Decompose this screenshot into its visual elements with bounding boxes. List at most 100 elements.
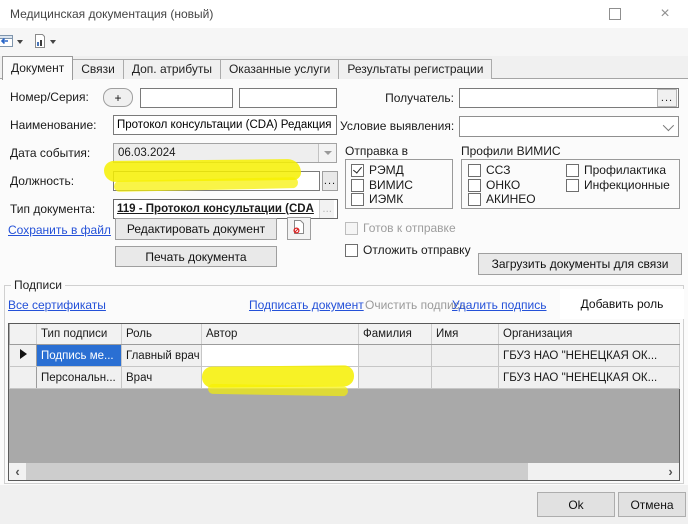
name-label: Наименование: <box>10 118 97 132</box>
table-row[interactable]: Подпись ме... Главный врач ГБУЗ НАО "НЕН… <box>10 345 680 367</box>
report-icon <box>32 33 48 52</box>
row-selector-header <box>10 324 37 345</box>
checkbox-icon <box>351 193 364 206</box>
checkbox-akineo[interactable]: АКИНЕО <box>468 192 536 206</box>
tab-strip: Документ Связи Доп. атрибуты Оказанные у… <box>2 56 491 79</box>
report-dropdown-button[interactable] <box>32 32 56 52</box>
signatures-table: Тип подписи Роль Автор Фамилия Имя Орган… <box>8 323 680 481</box>
series-input[interactable] <box>239 88 337 108</box>
checkbox-ssz[interactable]: ССЗ <box>468 163 510 177</box>
col-header-organization[interactable]: Организация <box>499 324 680 345</box>
cell-surname[interactable] <box>359 345 432 367</box>
date-label: Дата события: <box>10 146 90 160</box>
cell-name[interactable] <box>432 345 499 367</box>
position-browse-button[interactable]: ... <box>322 171 338 191</box>
condition-label: Условие выявления: <box>340 119 454 133</box>
recipient-field[interactable]: ... <box>459 88 679 108</box>
scroll-right-icon[interactable]: › <box>662 463 679 480</box>
window-title: Медицинская документация (новый) <box>10 7 213 21</box>
cell-organization[interactable]: ГБУЗ НАО "НЕНЕЦКАЯ ОК... <box>499 367 680 389</box>
checkbox-label: ОНКО <box>486 178 520 192</box>
checkbox-icon <box>566 179 579 192</box>
export-dropdown-button[interactable] <box>0 32 23 52</box>
cell-author[interactable] <box>202 367 359 389</box>
doc-type-field[interactable]: 119 - Протокол консультации (CDA ... <box>113 199 338 219</box>
col-header-signature-type[interactable]: Тип подписи <box>37 324 122 345</box>
cell-signature-type[interactable]: Персональн... <box>37 367 122 389</box>
checkbox-icon <box>468 193 481 206</box>
export-window-icon <box>0 33 15 52</box>
ok-button[interactable]: Ok <box>537 492 615 517</box>
title-bar: Медицинская документация (новый) × <box>0 0 688 28</box>
table-row[interactable]: Персональн... Врач ГБУЗ НАО "НЕНЕЦКАЯ ОК… <box>10 367 680 389</box>
cell-signature-type[interactable]: Подпись ме... <box>37 345 122 367</box>
date-combo[interactable]: 06.03.2024 <box>113 143 337 163</box>
checkbox-icon <box>345 222 358 235</box>
current-row-marker-icon <box>20 349 27 359</box>
print-document-button[interactable]: Печать документа <box>115 246 277 267</box>
checkbox-label: ИЭМК <box>369 192 403 206</box>
tab-dokument[interactable]: Документ <box>2 56 73 80</box>
load-linked-documents-button[interactable]: Загрузить документы для связи <box>478 253 682 275</box>
document-status-button[interactable] <box>287 217 311 240</box>
add-role-button[interactable]: Добавить роль <box>560 289 684 319</box>
cell-name[interactable] <box>432 367 499 389</box>
signatures-table-inner: Тип подписи Роль Автор Фамилия Имя Орган… <box>9 324 680 389</box>
checkbox-label: Готов к отправке <box>363 221 456 235</box>
sign-document-link[interactable]: Подписать документ <box>249 298 364 312</box>
cell-role[interactable]: Врач <box>122 367 202 389</box>
document-red-mark-icon <box>292 219 306 238</box>
horizontal-scrollbar[interactable]: ‹ › <box>9 463 679 480</box>
checkbox-onko[interactable]: ОНКО <box>468 178 520 192</box>
tab-svyazi[interactable]: Связи <box>72 59 124 79</box>
row-selector-cell[interactable] <box>10 367 37 389</box>
checkbox-label: Профилактика <box>584 163 666 177</box>
position-input[interactable] <box>113 171 320 191</box>
col-header-surname[interactable]: Фамилия <box>359 324 432 345</box>
remove-signature-link[interactable]: Удалить подпись <box>452 298 547 312</box>
number-input[interactable] <box>140 88 233 108</box>
checkbox-icon <box>566 164 579 177</box>
close-button[interactable]: × <box>656 5 674 23</box>
date-dropdown-button[interactable] <box>318 144 336 162</box>
checkbox-label: РЭМД <box>369 163 404 177</box>
checkbox-otlozhit-otpravku[interactable]: Отложить отправку <box>345 243 471 257</box>
send-to-group-label: Отправка в <box>345 144 408 158</box>
dropdown-caret-icon <box>50 40 56 44</box>
maximize-button[interactable] <box>606 5 624 23</box>
row-selector-cell[interactable] <box>10 345 37 367</box>
doc-type-value: 119 - Протокол консультации (CDA <box>117 203 314 215</box>
scrollbar-thumb[interactable] <box>26 463 528 480</box>
chevron-down-icon <box>663 119 674 130</box>
checkbox-profilaktika[interactable]: Профилактика <box>566 163 666 177</box>
cancel-button[interactable]: Отмена <box>618 492 686 517</box>
edit-document-button[interactable]: Редактировать документ <box>115 218 277 240</box>
checkbox-icon <box>345 244 358 257</box>
checkbox-iemk[interactable]: ИЭМК <box>351 192 403 206</box>
checkbox-icon <box>468 164 481 177</box>
cell-role[interactable]: Главный врач <box>122 345 202 367</box>
add-number-button[interactable]: + <box>103 88 133 107</box>
col-header-name[interactable]: Имя <box>432 324 499 345</box>
col-header-role[interactable]: Роль <box>122 324 202 345</box>
cell-author[interactable] <box>202 345 359 367</box>
all-certificates-link[interactable]: Все сертификаты <box>8 298 106 312</box>
col-header-author[interactable]: Автор <box>202 324 359 345</box>
dialog-window: Медицинская документация (новый) × Докум… <box>0 0 688 524</box>
tab-okazannye-uslugi[interactable]: Оказанные услуги <box>220 59 339 79</box>
recipient-browse-button[interactable]: ... <box>657 89 677 107</box>
cell-organization[interactable]: ГБУЗ НАО "НЕНЕЦКАЯ ОК... <box>499 345 680 367</box>
checkbox-remd[interactable]: РЭМД <box>351 163 404 177</box>
position-label: Должность: <box>10 174 74 188</box>
tab-rezultaty-registracii[interactable]: Результаты регистрации <box>338 59 492 79</box>
condition-combobox[interactable] <box>459 116 679 137</box>
tab-dop-atributy[interactable]: Доп. атрибуты <box>123 59 221 79</box>
scroll-left-icon[interactable]: ‹ <box>9 463 26 480</box>
doc-type-label: Тип документа: <box>10 202 95 216</box>
checkbox-infekcionnye[interactable]: Инфекционные <box>566 178 670 192</box>
save-to-file-link[interactable]: Сохранить в файл <box>8 223 111 237</box>
checkbox-vimis[interactable]: ВИМИС <box>351 178 413 192</box>
name-input[interactable] <box>113 115 337 135</box>
cell-surname[interactable] <box>359 367 432 389</box>
dialog-footer: Ok Отмена <box>0 484 688 524</box>
